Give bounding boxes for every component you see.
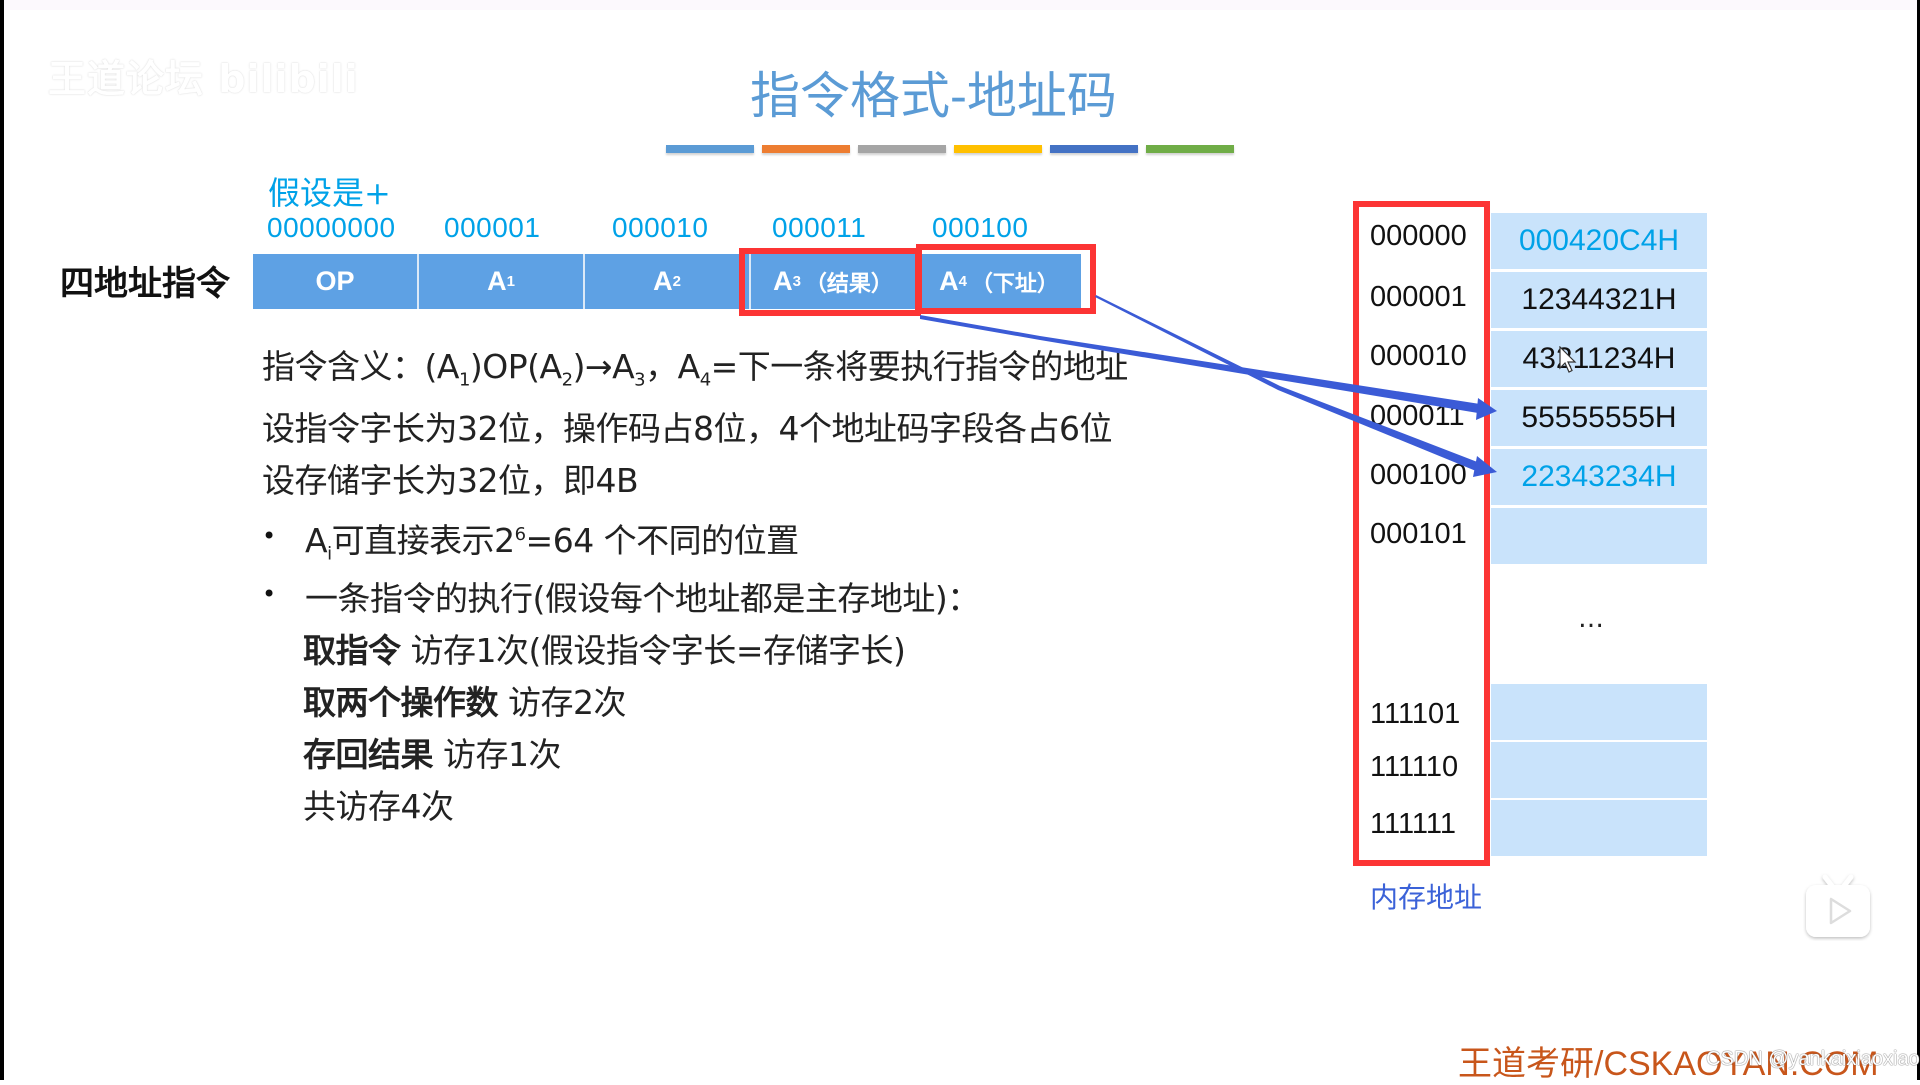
csdn-watermark: CSDN @yankaixiaoxiao <box>1706 1048 1920 1070</box>
arrow-a4-head-icon <box>1473 456 1497 477</box>
arrow-a4-to-000100 <box>1095 295 1480 471</box>
mouse-pointer-icon <box>1559 346 1577 373</box>
tv-play-icon[interactable] <box>1803 873 1873 941</box>
pointer-arrows <box>920 295 1497 477</box>
arrow-a3-to-000011 <box>920 315 1480 413</box>
arrow-a3-head-icon <box>1476 398 1497 420</box>
